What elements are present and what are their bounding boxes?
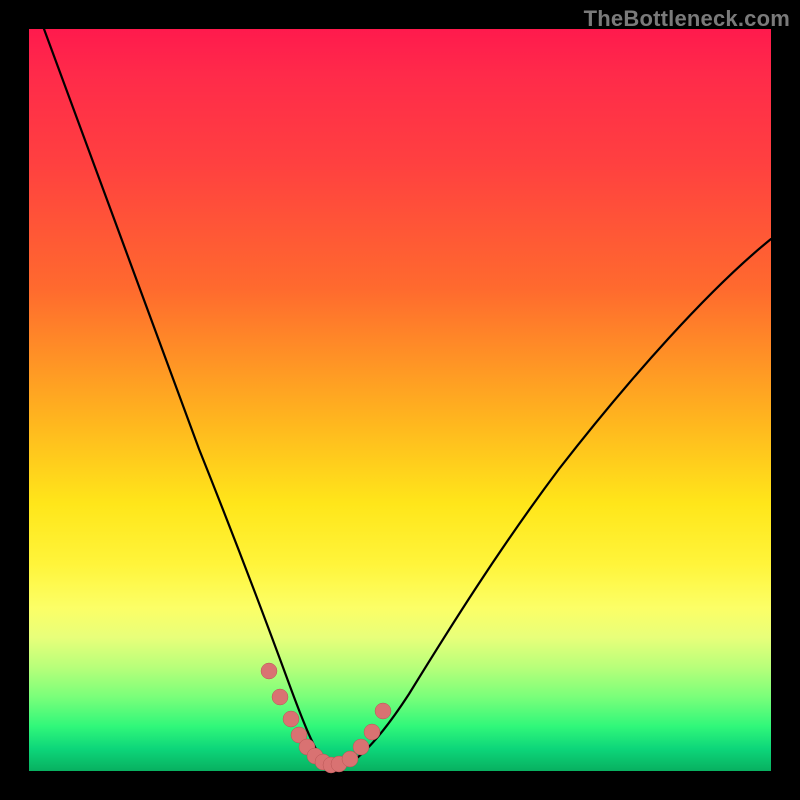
marker-dot: [283, 711, 299, 727]
marker-dot: [272, 689, 288, 705]
marker-dot: [353, 739, 369, 755]
chart-frame: TheBottleneck.com: [0, 0, 800, 800]
curve-layer: [29, 29, 771, 771]
plot-area: [29, 29, 771, 771]
marker-dot: [342, 751, 358, 767]
marker-dot: [261, 663, 277, 679]
marker-dot: [375, 703, 391, 719]
watermark-text: TheBottleneck.com: [584, 6, 790, 32]
marker-dot: [364, 724, 380, 740]
marker-group: [261, 663, 391, 773]
bottleneck-curve: [44, 29, 771, 769]
